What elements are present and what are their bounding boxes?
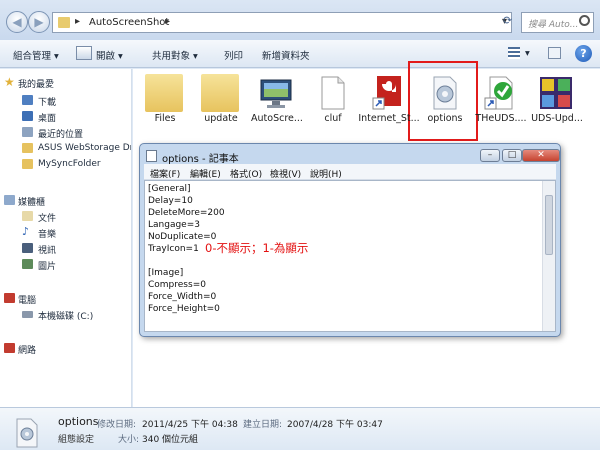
- search-placeholder: 搜尋 Auto...: [528, 20, 579, 30]
- drive-icon: [22, 311, 33, 318]
- sidebar-item-desktop[interactable]: 桌面: [0, 109, 131, 124]
- created-label: 建立日期:: [243, 420, 283, 430]
- sidebar-item-downloads[interactable]: 下載: [0, 93, 131, 108]
- text-line: DeleteMore=200: [148, 208, 225, 218]
- menu-file[interactable]: 檔案(F): [150, 167, 180, 180]
- view-menu-chevron-icon[interactable]: ▾: [525, 48, 530, 59]
- recent-places-icon: [22, 127, 33, 137]
- computer-icon: [4, 293, 15, 303]
- minimize-button[interactable]: –: [480, 149, 500, 162]
- sidebar-item-favorites[interactable]: ★ 我的最愛: [0, 75, 131, 90]
- text-line: Delay=10: [148, 196, 193, 206]
- folder-icon: [145, 74, 183, 112]
- sidebar-item-local-disk[interactable]: 本機磁碟 (C:): [0, 307, 131, 322]
- folder-icon: [201, 74, 239, 112]
- arrows-app-icon: [537, 74, 575, 112]
- annotation-text: 0-不顯示；1-為顯示: [205, 241, 309, 255]
- downloads-icon: [22, 95, 33, 105]
- documents-icon: [22, 211, 33, 221]
- sidebar-item-recent[interactable]: 最近的位置: [0, 125, 131, 140]
- chevron-right-icon[interactable]: ▸: [75, 16, 80, 27]
- monitor-app-icon: [257, 74, 295, 112]
- file-item[interactable]: UDS-Upd...: [525, 69, 589, 127]
- config-file-icon: [425, 74, 463, 112]
- open-icon: [76, 46, 92, 60]
- music-icon: ♪: [22, 225, 30, 238]
- new-folder-button[interactable]: 新增資料夾: [262, 48, 310, 62]
- view-icon[interactable]: [508, 47, 520, 59]
- selected-file-type: 組態設定: [58, 435, 95, 445]
- pictures-icon: [22, 259, 33, 269]
- refresh-icon[interactable]: ⟳: [503, 14, 512, 27]
- text-line: [Image]: [148, 268, 184, 278]
- address-bar: ◀ ▶ ▸ AutoScreenShot ▸ ▾ ⟳ 搜尋 Auto...: [0, 0, 600, 40]
- menu-bar: 檔案(F) 編輯(E) 格式(O) 檢視(V) 說明(H): [144, 164, 556, 180]
- videos-icon: [22, 243, 33, 253]
- text-editor[interactable]: [General] Delay=10 DeleteMore=200 Langag…: [144, 180, 556, 332]
- sidebar-item-pictures[interactable]: 圖片: [0, 257, 131, 272]
- notepad-window[interactable]: options - 記事本 – □ ✕ 檔案(F) 編輯(E) 格式(O) 檢視…: [139, 143, 561, 337]
- organize-button[interactable]: 組合管理 ▾: [13, 48, 59, 62]
- sidebar-item-computer[interactable]: 電腦: [0, 291, 131, 306]
- shortcut-icon: [369, 74, 407, 112]
- config-file-icon: [14, 418, 40, 448]
- help-icon[interactable]: ?: [575, 45, 592, 62]
- notepad-icon: [146, 150, 157, 162]
- folder-icon: [22, 159, 33, 169]
- size-label: 大小:: [118, 435, 140, 445]
- sidebar-item-videos[interactable]: 視訊: [0, 241, 131, 256]
- vertical-scrollbar[interactable]: [542, 181, 555, 331]
- star-icon: ★: [4, 75, 15, 89]
- folder-icon: [22, 143, 33, 153]
- sidebar-item-music[interactable]: ♪ 音樂: [0, 225, 131, 240]
- text-line: [General]: [148, 184, 191, 194]
- menu-help[interactable]: 說明(H): [310, 167, 342, 180]
- path-text: AutoScreenShot: [89, 17, 170, 28]
- text-line: Force_Width=0: [148, 292, 217, 302]
- sidebar-item-asus-webstorage[interactable]: ASUS WebStorage Dr: [0, 141, 131, 156]
- text-line: Compress=0: [148, 280, 206, 290]
- close-button[interactable]: ✕: [522, 149, 560, 162]
- path-field[interactable]: ▸ AutoScreenShot ▸ ▾: [52, 12, 512, 33]
- modified-label: 修改日期:: [97, 420, 137, 430]
- text-line: Langage=3: [148, 220, 200, 230]
- details-pane: options 組態設定 修改日期: 2011/4/25 下午 04:38 建立…: [0, 407, 600, 450]
- sidebar-item-libraries[interactable]: 媒體櫃: [0, 193, 131, 208]
- print-button[interactable]: 列印: [224, 48, 243, 62]
- checkmark-app-icon: [481, 74, 519, 112]
- size-value: 340 個位元組: [142, 435, 199, 445]
- selected-file-name: options: [58, 415, 99, 428]
- back-button[interactable]: ◀: [6, 11, 28, 33]
- forward-button[interactable]: ▶: [28, 11, 50, 33]
- sidebar-item-mysyncfolder[interactable]: MySyncFolder: [0, 157, 131, 172]
- modified-value: 2011/4/25 下午 04:38: [142, 420, 238, 430]
- scrollbar-thumb[interactable]: [545, 195, 553, 255]
- menu-format[interactable]: 格式(O): [230, 167, 262, 180]
- chevron-right-icon[interactable]: ▸: [165, 16, 170, 27]
- menu-view[interactable]: 檢視(V): [270, 167, 301, 180]
- search-icon: [579, 15, 590, 26]
- desktop-icon: [22, 111, 33, 121]
- libraries-icon: [4, 195, 15, 205]
- folder-icon: [58, 17, 70, 28]
- navigation-pane: ★ 我的最愛 下載 桌面 最近的位置 ASUS WebStorage Dr My…: [0, 69, 132, 407]
- text-file-icon: [313, 74, 351, 112]
- preview-pane-icon[interactable]: [548, 47, 561, 59]
- text-line: TrayIcon=1: [148, 244, 199, 254]
- menu-edit[interactable]: 編輯(E): [190, 167, 221, 180]
- open-button[interactable]: 開啟 ▾: [96, 48, 123, 62]
- maximize-button[interactable]: □: [502, 149, 522, 162]
- text-line: Force_Height=0: [148, 304, 220, 314]
- search-input[interactable]: 搜尋 Auto...: [521, 12, 594, 33]
- command-bar: 組合管理 ▾ 開啟 ▾ 共用對象 ▾ 列印 新增資料夾 ▾ ?: [0, 40, 600, 68]
- sidebar-item-documents[interactable]: 文件: [0, 209, 131, 224]
- share-button[interactable]: 共用對象 ▾: [152, 48, 198, 62]
- window-title: options - 記事本: [162, 154, 239, 165]
- sidebar-item-network[interactable]: 網路: [0, 341, 131, 356]
- network-icon: [4, 343, 15, 353]
- created-value: 2007/4/28 下午 03:47: [287, 420, 383, 430]
